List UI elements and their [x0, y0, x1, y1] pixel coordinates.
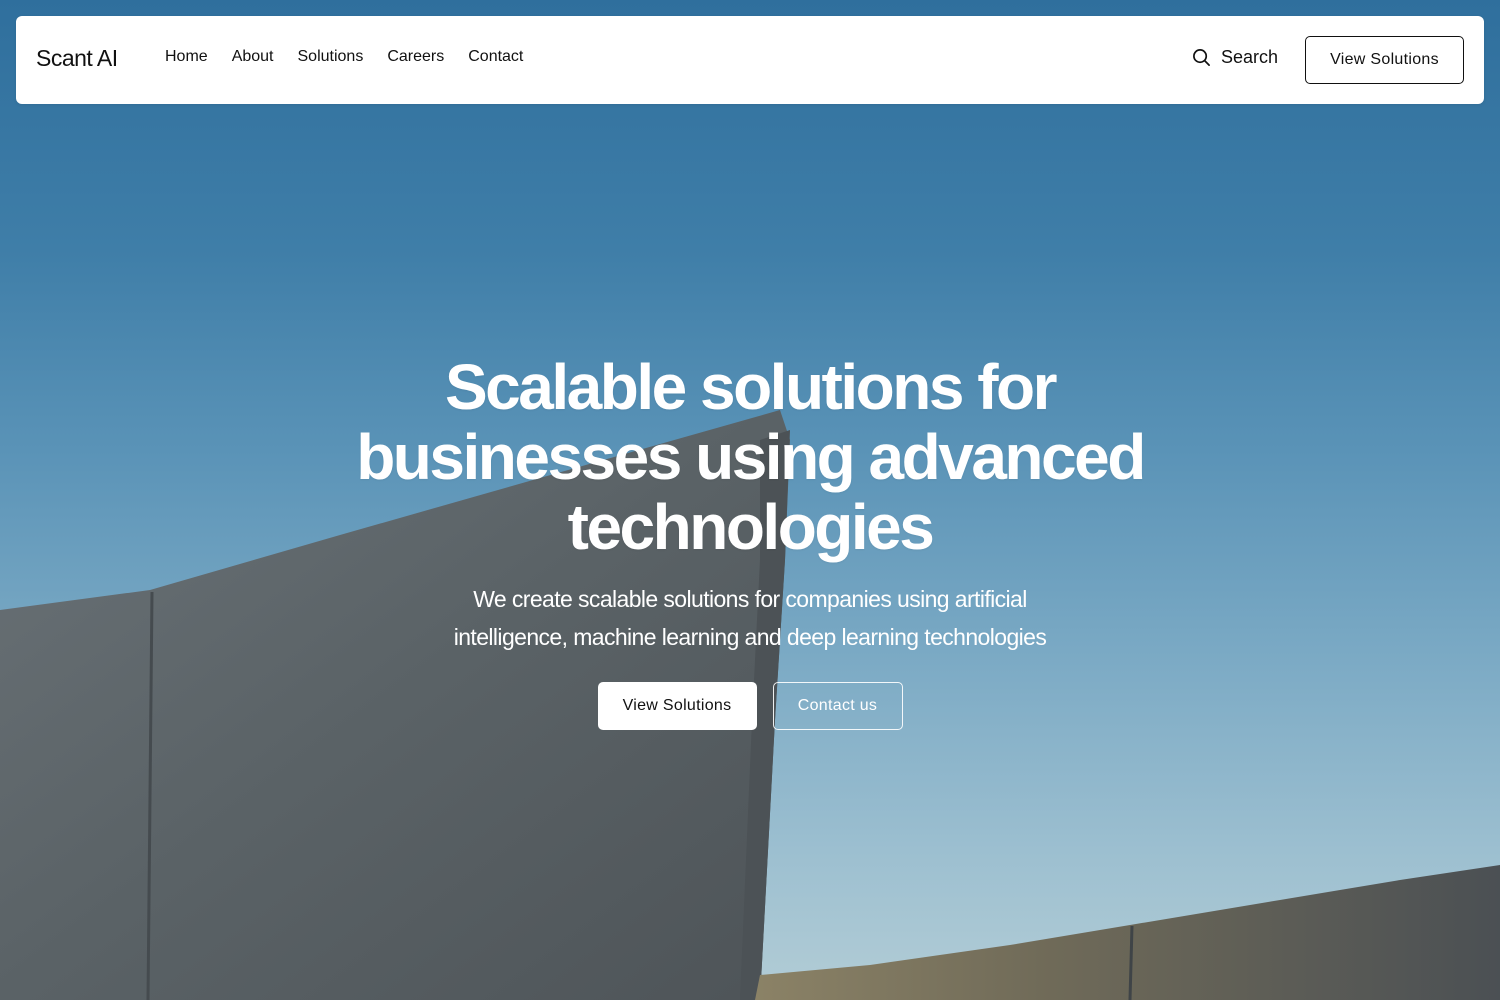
view-solutions-nav-button[interactable]: View Solutions	[1305, 36, 1464, 84]
brand-logo[interactable]: Scant AI	[36, 45, 118, 72]
nav-link-contact[interactable]: Contact	[468, 48, 523, 66]
hero-section: Scalable solutions for businesses using …	[250, 352, 1250, 730]
nav-link-about[interactable]: About	[232, 48, 274, 66]
hero-title: Scalable solutions for businesses using …	[356, 351, 1146, 563]
nav-link-careers[interactable]: Careers	[387, 48, 444, 66]
hero-subtitle: We create scalable solutions for compani…	[453, 586, 1047, 650]
page: Scant AI Home About Solutions Careers Co…	[0, 0, 1500, 1000]
nav-links: Home About Solutions Careers Contact	[165, 48, 547, 66]
search-button[interactable]: Search	[1192, 47, 1278, 68]
hero-buttons: View Solutions Contact us	[250, 682, 1250, 730]
search-label: Search	[1221, 47, 1279, 67]
nav-link-solutions[interactable]: Solutions	[298, 48, 364, 66]
search-icon	[1193, 49, 1210, 66]
top-navbar: Scant AI Home About Solutions Careers Co…	[16, 16, 1484, 104]
contact-us-button[interactable]: Contact us	[772, 682, 903, 730]
view-solutions-button[interactable]: View Solutions	[597, 682, 757, 730]
nav-link-home[interactable]: Home	[165, 48, 208, 66]
